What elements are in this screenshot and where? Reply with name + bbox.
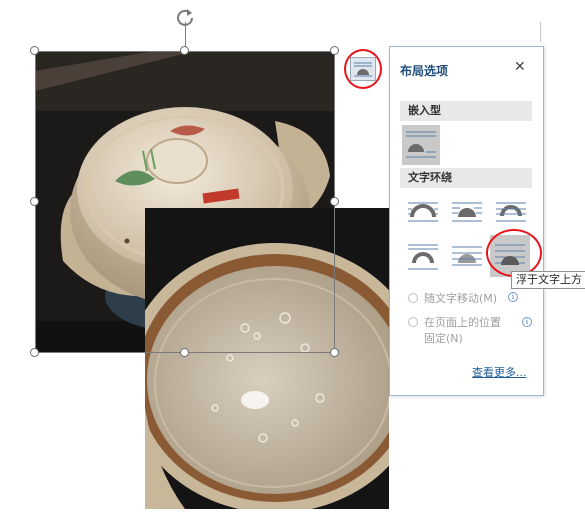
tooltip: 浮于文字上方 bbox=[511, 271, 585, 289]
resize-handle-bottom[interactable] bbox=[180, 348, 189, 357]
resize-handle-bottom-right[interactable] bbox=[330, 348, 339, 357]
close-icon[interactable]: ✕ bbox=[514, 59, 526, 75]
rotate-handle-icon[interactable] bbox=[174, 6, 196, 28]
resize-handle-right[interactable] bbox=[330, 197, 339, 206]
option-wrap-through[interactable] bbox=[492, 197, 530, 231]
layout-options-icon bbox=[354, 62, 372, 77]
radio-fix-position-label-1: 在页面上的位置 bbox=[424, 316, 501, 329]
option-wrap-top-bottom[interactable] bbox=[404, 239, 442, 273]
option-wrap-tight[interactable] bbox=[448, 197, 486, 231]
radio-fix-position-label-2: 固定(N) bbox=[424, 332, 463, 345]
info-icon[interactable]: i bbox=[508, 292, 518, 302]
radio-move-with-text-label: 随文字移动(M) bbox=[424, 292, 498, 305]
radio-move-with-text-button[interactable] bbox=[408, 293, 418, 303]
see-more-link[interactable]: 查看更多... bbox=[472, 364, 527, 380]
option-behind-text[interactable] bbox=[448, 239, 486, 273]
option-inline[interactable] bbox=[402, 125, 440, 165]
resize-handle-top-left[interactable] bbox=[30, 46, 39, 55]
resize-handle-top-right[interactable] bbox=[330, 46, 339, 55]
radio-fix-position-button[interactable] bbox=[408, 317, 418, 327]
section-inline-header: 嵌入型 bbox=[400, 101, 532, 121]
casserole-soup-photo[interactable] bbox=[145, 208, 389, 509]
layout-options-button[interactable] bbox=[350, 57, 376, 81]
page-margin-marker bbox=[540, 22, 541, 42]
info-icon[interactable]: i bbox=[522, 317, 532, 327]
resize-handle-top[interactable] bbox=[180, 46, 189, 55]
panel-title: 布局选项 bbox=[400, 64, 449, 78]
section-wrap-header: 文字环绕 bbox=[400, 168, 532, 188]
resize-handle-left[interactable] bbox=[30, 197, 39, 206]
option-wrap-square[interactable] bbox=[404, 197, 442, 231]
resize-handle-bottom-left[interactable] bbox=[30, 348, 39, 357]
layout-options-panel: 布局选项 ✕ 嵌入型 文字环绕 随文字移动(M) i 在页面上的位置 固定(N)… bbox=[389, 46, 544, 396]
